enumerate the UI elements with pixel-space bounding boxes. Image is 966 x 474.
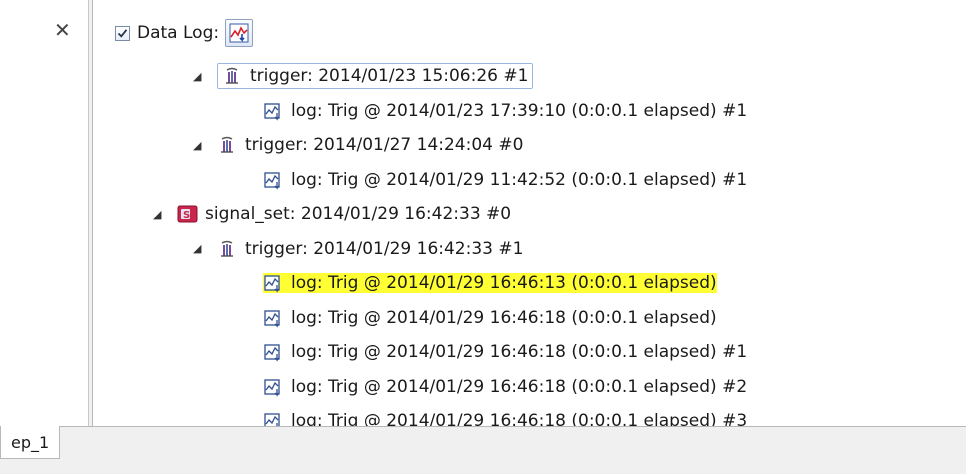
expand-arrow-icon[interactable]: ◢ (193, 139, 207, 152)
log-icon (263, 308, 283, 328)
tree-row-label: trigger: 2014/01/27 14:24:04 #0 (245, 135, 524, 155)
tree-row-label: log: Trig @ 2014/01/29 16:46:18 (0:0:0.1… (291, 376, 748, 397)
tree-entry[interactable]: log: Trig @ 2014/01/29 16:46:18 (0:0:0.1… (263, 342, 747, 362)
log-icon (263, 342, 283, 362)
data-log-button[interactable] (225, 19, 254, 47)
log-icon (263, 101, 283, 121)
tree-row[interactable]: log: Trig @ 2014/01/29 16:46:13 (0:0:0.1… (263, 269, 717, 297)
data-log-label: Data Log: (137, 23, 220, 43)
data-log-checkbox[interactable] (115, 25, 130, 41)
bottom-tab[interactable]: ep_1 (0, 426, 61, 459)
bottom-tab-strip: ep_1 (0, 426, 966, 474)
tree-row[interactable]: ◢ trigger: 2014/01/23 15:06:26 #1 (193, 62, 534, 90)
tree-row-label: log: Trig @ 2014/01/29 16:46:18 (0:0:0.1… (291, 307, 717, 328)
tree-row[interactable]: log: Trig @ 2014/01/29 16:46:18 (0:0:0.1… (263, 338, 747, 366)
data-log-header: Data Log: (115, 18, 254, 48)
trigger-icon (217, 239, 237, 259)
tree-row[interactable]: log: Trig @ 2014/01/29 11:42:52 (0:0:0.1… (263, 166, 747, 194)
expand-arrow-icon[interactable]: ◢ (153, 208, 167, 221)
tree-entry[interactable]: log: Trig @ 2014/01/29 16:46:18 (0:0:0.1… (263, 377, 747, 397)
log-icon (263, 377, 283, 397)
tree-entry[interactable]: trigger: 2014/01/23 15:06:26 #1 (217, 63, 534, 89)
tree-entry[interactable]: log: Trig @ 2014/01/29 16:46:18 (0:0:0.1… (263, 308, 717, 328)
expand-arrow-icon[interactable]: ◢ (193, 242, 207, 255)
close-icon[interactable]: ✕ (54, 20, 71, 40)
tree-row-label: log: Trig @ 2014/01/29 16:46:13 (0:0:0.1… (291, 273, 717, 293)
tree-row-label: log: Trig @ 2014/01/29 11:42:52 (0:0:0.1… (291, 169, 748, 190)
tree-row-label: log: Trig @ 2014/01/23 17:39:10 (0:0:0.1… (291, 100, 748, 121)
tree-row[interactable]: ◢ Ssignal_set: 2014/01/29 16:42:33 #0 (153, 200, 511, 228)
highlighted-entry[interactable]: log: Trig @ 2014/01/29 16:46:13 (0:0:0.1… (263, 273, 717, 293)
tree-row[interactable]: ◢ trigger: 2014/01/29 16:42:33 #1 (193, 235, 523, 263)
svg-text:S: S (183, 210, 190, 221)
log-icon (263, 170, 283, 190)
checkmark-icon (117, 28, 128, 38)
tree-row[interactable]: log: Trig @ 2014/01/23 17:39:10 (0:0:0.1… (263, 97, 747, 125)
tree-row[interactable]: log: Trig @ 2014/01/29 16:46:18 (0:0:0.1… (263, 373, 747, 401)
expand-arrow-icon[interactable]: ◢ (193, 70, 207, 83)
log-icon (263, 273, 283, 293)
tree-row[interactable]: log: Trig @ 2014/01/29 16:46:18 (0:0:0.1… (263, 304, 717, 332)
tree-entry[interactable]: trigger: 2014/01/27 14:24:04 #0 (217, 135, 523, 155)
tree-row[interactable]: ◢ trigger: 2014/01/27 14:24:04 #0 (193, 131, 523, 159)
data-log-panel: Data Log: ◢ trigger: 2014/01/23 15:06:26 … (92, 0, 966, 431)
data-log-icon (229, 23, 249, 43)
trigger-icon (217, 135, 237, 155)
tree-entry[interactable]: trigger: 2014/01/29 16:42:33 #1 (217, 239, 523, 259)
tree-entry[interactable]: log: Trig @ 2014/01/23 17:39:10 (0:0:0.1… (263, 101, 747, 121)
bottom-tab-label: ep_1 (11, 432, 50, 452)
left-pane: ✕ (0, 0, 89, 426)
tree-entry[interactable]: log: Trig @ 2014/01/29 11:42:52 (0:0:0.1… (263, 170, 747, 190)
tree-row-label: trigger: 2014/01/23 15:06:26 #1 (250, 66, 529, 86)
signal-set-icon: S (177, 204, 198, 224)
tree-row-label: trigger: 2014/01/29 16:42:33 #1 (245, 238, 524, 259)
tree-entry[interactable]: Ssignal_set: 2014/01/29 16:42:33 #0 (177, 204, 511, 224)
tree-row-label: log: Trig @ 2014/01/29 16:46:18 (0:0:0.1… (291, 342, 748, 362)
tree-row-label: signal_set: 2014/01/29 16:42:33 #0 (205, 204, 512, 224)
trigger-icon (222, 66, 242, 86)
